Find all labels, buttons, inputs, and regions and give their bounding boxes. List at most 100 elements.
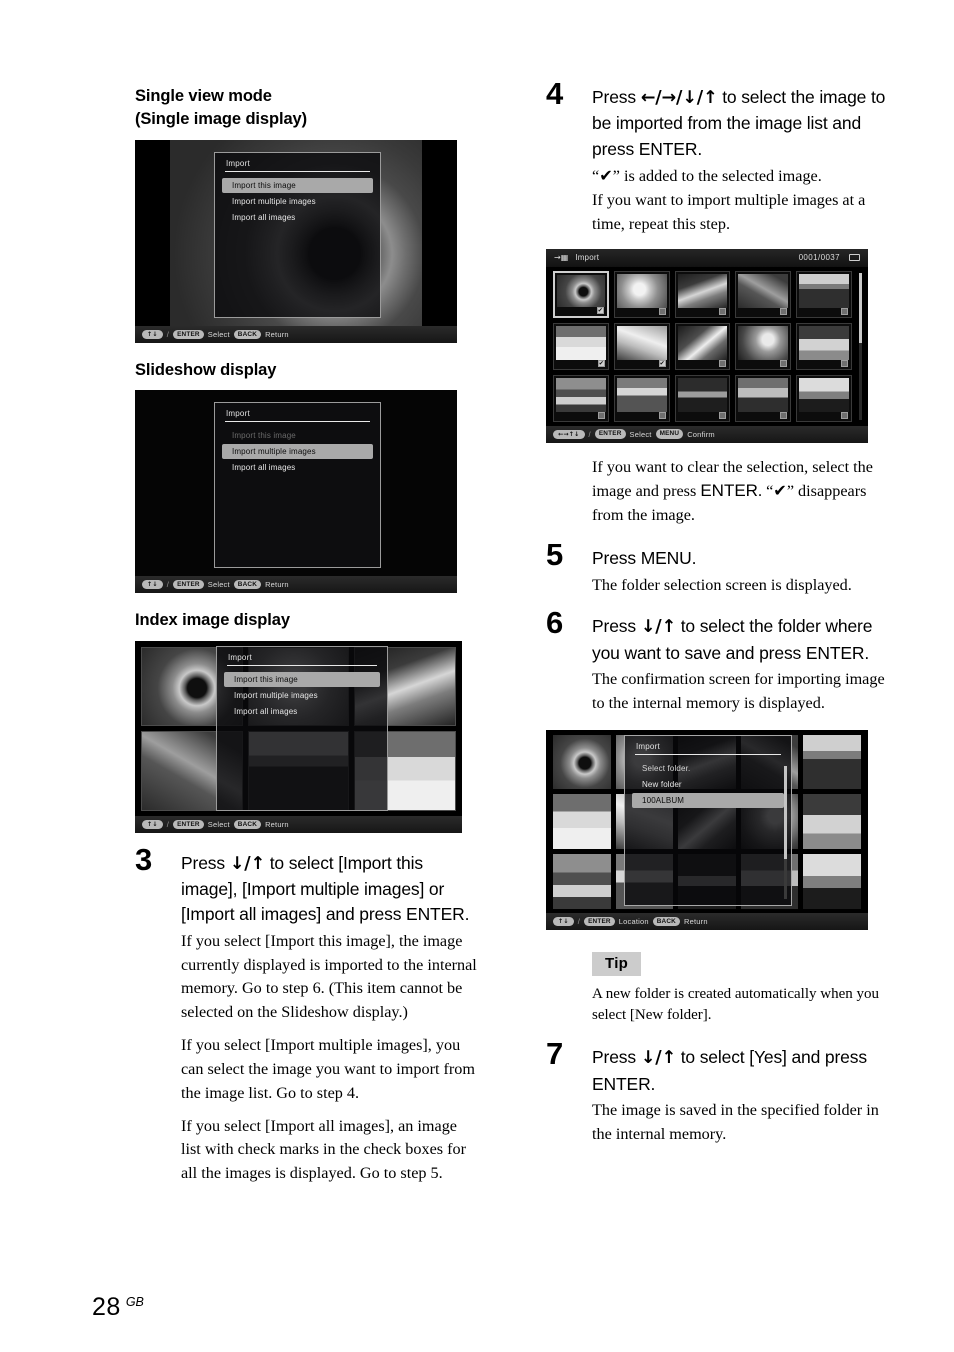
- image-tile[interactable]: [796, 270, 852, 318]
- image-list-grid: ✔ ✔ ✔: [553, 270, 852, 422]
- back-button-pill[interactable]: BACK: [233, 580, 262, 590]
- step-title-prefix: Press: [592, 87, 641, 107]
- enter-button-pill[interactable]: ENTER: [173, 329, 204, 340]
- menu-action-label: Confirm: [687, 429, 715, 439]
- menu-title: Import: [226, 158, 250, 168]
- menu-item-import-all-images[interactable]: Import all images: [222, 460, 373, 475]
- letterbox-right: [422, 139, 457, 343]
- menu-item-import-all-images[interactable]: Import all images: [222, 210, 373, 225]
- dialog-scrollbar-thumb[interactable]: [784, 765, 787, 859]
- back-button-pill[interactable]: BACK: [652, 916, 680, 926]
- osd-separator: /: [577, 916, 581, 926]
- tip-block: Tip A new folder is created automaticall…: [546, 951, 890, 1027]
- back-button-pill[interactable]: BACK: [233, 329, 262, 340]
- enter-button-pill[interactable]: ENTER: [584, 916, 615, 926]
- enter-action-label: Select: [207, 819, 230, 829]
- import-menu-dialog: Import Import this image Import multiple…: [214, 402, 381, 569]
- osd-status-bar: ↑↓ / ENTER Select BACK Return: [135, 576, 457, 594]
- checkbox[interactable]: [780, 359, 788, 367]
- image-tile[interactable]: [613, 270, 670, 318]
- dialog-scrollbar[interactable]: [784, 765, 787, 899]
- checkbox[interactable]: [719, 307, 727, 315]
- step-title: Press ↓/↑ to select the folder where you…: [592, 614, 890, 666]
- background-thumbnail: [803, 794, 861, 850]
- heading-index-image-display: Index image display: [135, 611, 290, 630]
- osd-status-bar: ↑↓ / ENTER Select BACK Return: [135, 325, 457, 343]
- folder-option-new-folder[interactable]: New folder: [632, 777, 784, 792]
- step-5: 5 Press MENU. The folder selection scree…: [546, 539, 890, 597]
- menu-item-import-multiple-images[interactable]: Import multiple images: [222, 194, 373, 209]
- step-paragraph: “✔” is added to the selected image.: [592, 164, 890, 189]
- image-tile[interactable]: [674, 270, 731, 318]
- checkbox[interactable]: [840, 359, 848, 367]
- menu-item-import-this-image[interactable]: Import this image: [222, 177, 373, 193]
- image-tile[interactable]: [796, 322, 852, 370]
- checkbox[interactable]: [840, 307, 848, 315]
- image-tile[interactable]: ✔: [553, 270, 609, 318]
- step-3: 3 Press ↓/↑ to select [Import this image…: [135, 844, 479, 1186]
- checkbox-checked[interactable]: ✔: [597, 359, 605, 367]
- enter-button-pill[interactable]: ENTER: [594, 429, 626, 439]
- enter-button-pill[interactable]: ENTER: [173, 580, 204, 590]
- menu-title: Import: [228, 652, 252, 662]
- menu-item-import-multiple-images[interactable]: Import multiple images: [224, 688, 380, 703]
- step-title: Press ↓/↑ to select [Import this image],…: [181, 851, 479, 928]
- step-number: 7: [546, 1036, 564, 1072]
- image-tile[interactable]: [735, 270, 792, 318]
- osd-separator: /: [588, 429, 591, 439]
- image-tile[interactable]: [674, 322, 731, 370]
- step-6: 6 Press ↓/↑ to select the folder where y…: [546, 607, 890, 715]
- checkbox-checked[interactable]: ✔: [658, 359, 666, 367]
- osd-separator: /: [166, 819, 170, 829]
- back-action-label: Return: [265, 329, 289, 339]
- background-thumbnail: [553, 854, 611, 909]
- image-list-title: Import: [575, 253, 600, 263]
- checkbox[interactable]: [780, 307, 788, 315]
- checkbox[interactable]: [597, 411, 605, 419]
- step-title: Press ←/→/↓/↑ to select the image to be …: [592, 85, 890, 162]
- scrollbar-thumb[interactable]: [859, 272, 862, 344]
- right-column: 4 Press ←/→/↓/↑ to select the image to b…: [546, 78, 890, 1147]
- image-counter: 0001/0037: [798, 253, 840, 263]
- step-number: 3: [135, 841, 153, 877]
- image-tile[interactable]: ✔: [553, 322, 609, 370]
- arrows-pill-icon: ↑↓: [142, 580, 163, 590]
- back-action-label: Return: [265, 819, 289, 829]
- folder-option-100album[interactable]: 100ALBUM: [632, 792, 784, 808]
- checkbox-checked[interactable]: ✔: [596, 306, 604, 314]
- image-tile[interactable]: [796, 374, 852, 422]
- step-paragraph-text: ” is added to the selected image.: [612, 167, 822, 186]
- checkbox[interactable]: [719, 411, 727, 419]
- image-tile[interactable]: [735, 322, 792, 370]
- image-tile[interactable]: ✔: [613, 322, 670, 370]
- checkbox[interactable]: [658, 411, 666, 419]
- background-thumbnail: [553, 794, 611, 850]
- heading-single-view-line1: Single view mode: [135, 87, 272, 105]
- scrollbar[interactable]: [859, 272, 862, 420]
- checkbox[interactable]: [840, 411, 848, 419]
- menu-item-import-all-images[interactable]: Import all images: [224, 704, 380, 719]
- menu-title-divider: [225, 170, 370, 172]
- arrows-pill-icon: ←→↑↓: [553, 429, 585, 439]
- image-tile[interactable]: [674, 374, 731, 422]
- step-paragraph: If you want to import multiple images at…: [592, 190, 866, 233]
- menu-item-import-this-image[interactable]: Import this image: [224, 671, 380, 687]
- page-number: 28: [92, 1293, 121, 1321]
- menu-item-import-multiple-images[interactable]: Import multiple images: [222, 444, 373, 460]
- step-7: 7 Press ↓/↑ to select [Yes] and press EN…: [546, 1038, 890, 1146]
- import-memory-icon: →▦: [554, 253, 569, 263]
- checkbox[interactable]: [658, 307, 666, 315]
- step-title-prefix: Press: [592, 616, 641, 637]
- image-tile[interactable]: [613, 374, 670, 422]
- battery-icon: [849, 254, 860, 262]
- import-menu-dialog: Import Import this image Import multiple…: [216, 645, 388, 811]
- back-button-pill[interactable]: BACK: [233, 819, 262, 829]
- checkbox[interactable]: [719, 359, 727, 367]
- menu-button-pill[interactable]: MENU: [655, 429, 684, 439]
- enter-button-pill[interactable]: ENTER: [173, 819, 204, 829]
- check-mark-icon: ✔: [773, 481, 787, 501]
- step-paragraph: If you select [Import multiple images], …: [181, 1036, 475, 1102]
- image-tile[interactable]: [553, 374, 609, 422]
- image-tile[interactable]: [735, 374, 792, 422]
- checkbox[interactable]: [780, 411, 788, 419]
